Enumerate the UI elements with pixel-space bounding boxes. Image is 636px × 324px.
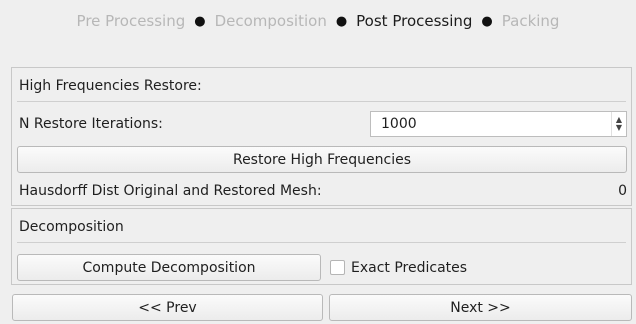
hausdorff-distance-label: Hausdorff Dist Original and Restored Mes… <box>19 183 322 199</box>
n-restore-iterations-value[interactable]: 1000 <box>371 116 611 132</box>
chevron-down-icon[interactable]: ▼ <box>616 124 622 132</box>
divider <box>17 242 626 243</box>
hausdorff-distance-value: 0 <box>618 183 627 199</box>
n-restore-iterations-label: N Restore Iterations: <box>19 116 163 132</box>
spinbox-arrows[interactable]: ▲ ▼ <box>611 112 626 136</box>
step-separator-bullet: ● <box>335 13 348 29</box>
divider <box>17 101 626 102</box>
high-frequencies-title: High Frequencies Restore: <box>19 78 202 94</box>
n-restore-iterations-spinbox[interactable]: 1000 ▲ ▼ <box>370 111 627 137</box>
step-separator-bullet: ● <box>481 13 493 29</box>
decomposition-title: Decomposition <box>19 219 124 235</box>
step-packing: Packing <box>501 12 560 30</box>
wizard-steps: Pre Processing ● Decomposition ● Post Pr… <box>0 0 636 42</box>
decomposition-panel: Decomposition Compute Decomposition Exac… <box>11 208 632 285</box>
restore-high-frequencies-button[interactable]: Restore High Frequencies <box>17 146 627 173</box>
high-frequencies-panel: High Frequencies Restore: N Restore Iter… <box>11 67 632 206</box>
exact-predicates-checkbox[interactable] <box>330 260 345 275</box>
prev-button[interactable]: << Prev <box>12 294 323 321</box>
next-button[interactable]: Next >> <box>329 294 632 321</box>
exact-predicates-label[interactable]: Exact Predicates <box>351 260 467 276</box>
step-pre-processing: Pre Processing <box>76 12 186 30</box>
step-separator-bullet: ● <box>194 13 206 29</box>
step-post-processing: Post Processing <box>356 12 473 30</box>
step-decomposition: Decomposition <box>214 12 327 30</box>
compute-decomposition-button[interactable]: Compute Decomposition <box>17 254 321 281</box>
